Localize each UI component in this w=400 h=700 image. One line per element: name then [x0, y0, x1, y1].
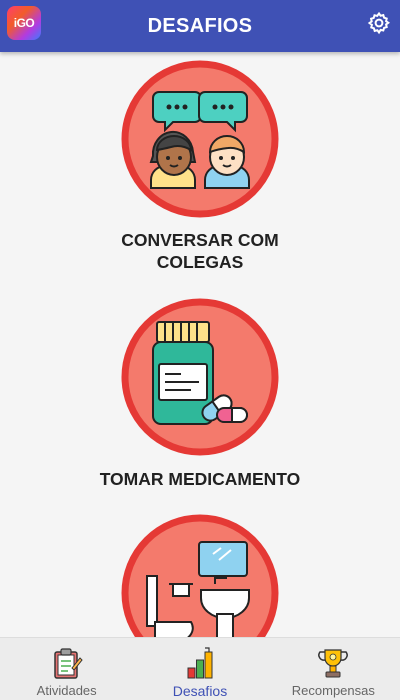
challenge-label-text: TOMAR MEDICAMENTO — [99, 469, 301, 489]
challenge-list[interactable]: CONVERSAR COM COLEGAS TOMAR MEDICAMENTO — [0, 52, 400, 637]
app-bar: iGO DESAFIOS — [0, 0, 400, 52]
page-title: DESAFIOS — [147, 14, 253, 37]
app-logo[interactable]: iGO — [7, 6, 41, 40]
challenge-label: TOMAR MEDICAMENTO — [0, 468, 400, 490]
nav-label: Recompensas — [291, 683, 375, 698]
chart-icon — [187, 647, 213, 679]
nav-label: Desafios — [172, 683, 228, 699]
nav-item-recompensas[interactable]: Recompensas — [267, 638, 400, 700]
challenge-label: CONVERSAR COM COLEGAS — [0, 229, 400, 273]
chat-people-icon[interactable] — [121, 60, 279, 218]
gear-icon[interactable] — [367, 11, 391, 35]
nav-item-desafios[interactable]: Desafios — [133, 638, 266, 700]
nav-label: Atividades — [36, 683, 97, 698]
bathroom-icon[interactable] — [121, 514, 279, 637]
medicine-bottle-icon[interactable] — [121, 298, 279, 456]
nav-item-atividades[interactable]: Atividades — [0, 638, 133, 700]
clipboard-icon — [53, 648, 83, 679]
bottom-navigation: Atividades Desafios Recompensas — [0, 637, 400, 700]
trophy-icon — [318, 649, 349, 678]
challenge-label-text: CONVERSAR COM COLEGAS — [121, 230, 279, 272]
app-logo-text: iGO — [13, 16, 35, 30]
